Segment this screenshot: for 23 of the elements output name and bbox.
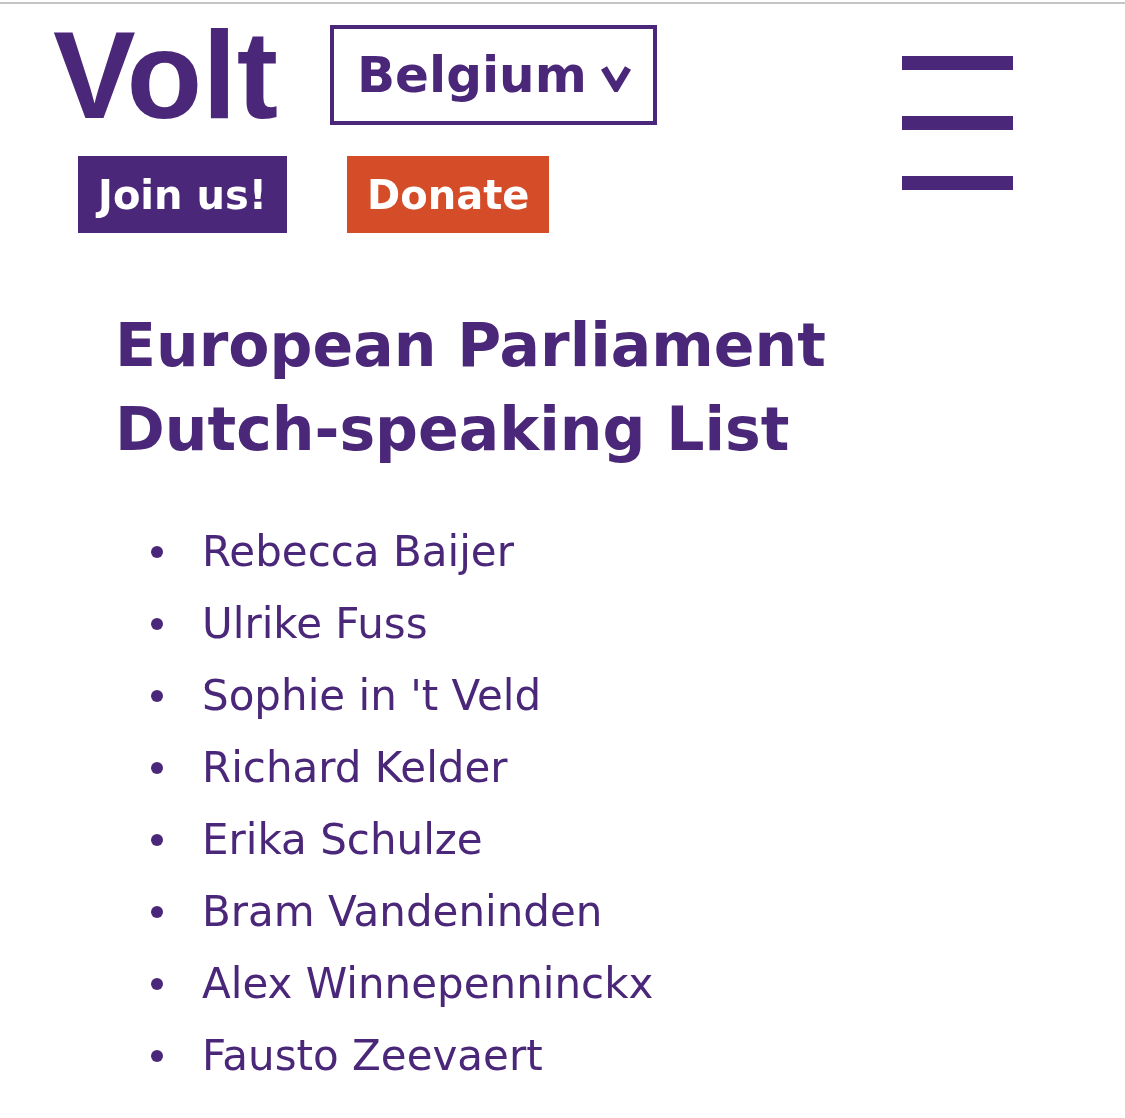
bullet-icon bbox=[151, 546, 163, 558]
bullet-icon bbox=[151, 762, 163, 774]
bullet-icon bbox=[151, 906, 163, 918]
candidate-name: Rebecca Baijer bbox=[202, 526, 514, 578]
logo[interactable]: Volt bbox=[53, 25, 278, 125]
chevron-down-icon bbox=[600, 64, 631, 92]
join-button[interactable]: Join us! bbox=[78, 156, 287, 233]
donate-button[interactable]: Donate bbox=[347, 156, 550, 233]
country-selector[interactable]: Belgium bbox=[330, 25, 657, 125]
bullet-icon bbox=[151, 1050, 163, 1062]
bullet-icon bbox=[151, 834, 163, 846]
page-heading: European Parliament Dutch-speaking List bbox=[115, 309, 827, 466]
candidate-name: Ulrike Fuss bbox=[202, 598, 428, 650]
candidate-name: Bram Vandeninden bbox=[202, 886, 603, 938]
candidate-name: Erika Schulze bbox=[202, 814, 483, 866]
menu-icon[interactable] bbox=[902, 56, 1013, 190]
bullet-icon bbox=[151, 690, 163, 702]
candidate-name: Fausto Zeevaert bbox=[202, 1030, 543, 1082]
candidate-name: Richard Kelder bbox=[202, 742, 508, 794]
bullet-icon bbox=[151, 978, 163, 990]
candidate-name: Alex Winnepenninckx bbox=[202, 958, 654, 1010]
bullet-icon bbox=[151, 618, 163, 630]
candidate-name: Sophie in 't Veld bbox=[202, 670, 542, 722]
